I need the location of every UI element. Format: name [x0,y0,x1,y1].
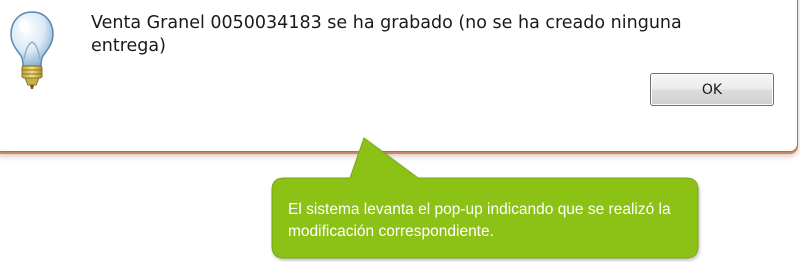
callout-text: El sistema levanta el pop-up indicando q… [288,201,671,240]
